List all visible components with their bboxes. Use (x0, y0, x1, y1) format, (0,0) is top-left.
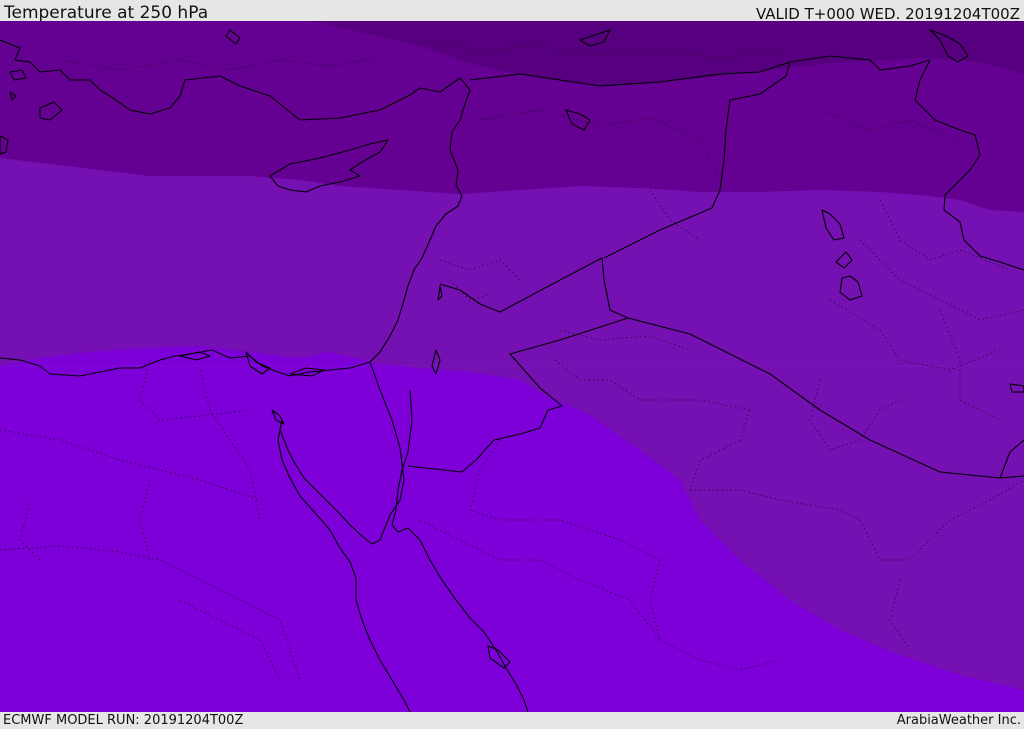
map-title: Temperature at 250 hPa (4, 3, 209, 23)
model-run-label: ECMWF MODEL RUN: 20191204T00Z (3, 713, 244, 728)
brand-label: ArabiaWeather Inc. (896, 713, 1021, 728)
header-bar: Temperature at 250 hPa VALID T+000 WED. … (0, 0, 1024, 23)
footer-bar: ECMWF MODEL RUN: 20191204T00Z ArabiaWeat… (0, 712, 1024, 729)
weather-map[interactable] (0, 21, 1024, 712)
